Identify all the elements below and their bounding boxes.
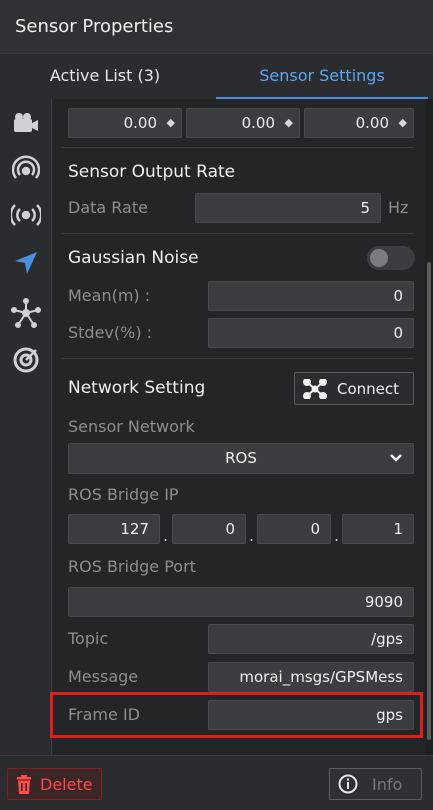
mean-input[interactable]: 0	[208, 281, 414, 311]
bridge-ip-octet-2[interactable]: 0	[172, 514, 246, 544]
data-rate-label: Data Rate	[68, 198, 148, 217]
connect-icon	[303, 378, 327, 399]
bridge-ip-octet-4[interactable]: 1	[342, 514, 414, 544]
sensor-network-value: ROS	[225, 449, 257, 467]
spinner-arrows-icon[interactable]: ◆	[399, 109, 407, 137]
output-rate-title: Sensor Output Rate	[68, 162, 236, 182]
window-titlebar: Sensor Properties	[0, 0, 433, 54]
sensor-network-label: Sensor Network	[68, 417, 195, 436]
bridge-ip-octet-3[interactable]: 0	[257, 514, 331, 544]
stdev-input[interactable]: 0	[208, 318, 414, 348]
mean-label: Mean(m) :	[68, 286, 151, 305]
position-x-spinner[interactable]: 0.00 ◆	[68, 108, 182, 138]
tab-bar: Active List (3) Sensor Settings	[0, 54, 433, 99]
topic-input[interactable]: /gps	[208, 624, 414, 654]
bridge-ip-octet-1[interactable]: 127	[68, 514, 160, 544]
tab-sensor-settings[interactable]: Sensor Settings	[216, 54, 428, 99]
message-input[interactable]: morai_msgs/GPSMess	[208, 662, 414, 692]
target-icon[interactable]	[8, 342, 44, 378]
ip-dot: .	[249, 526, 255, 545]
info-label: Info	[372, 774, 403, 794]
network-node-icon[interactable]	[8, 295, 44, 331]
info-button[interactable]: Info	[329, 768, 422, 800]
position-y-value: 0.00	[241, 114, 275, 132]
navigation-arrow-icon[interactable]	[8, 245, 44, 281]
connect-button[interactable]: Connect	[294, 372, 414, 405]
data-rate-input[interactable]: 5	[195, 193, 381, 223]
sensor-network-select[interactable]: ROS	[68, 443, 414, 474]
info-icon	[338, 774, 358, 794]
bridge-port-label: ROS Bridge Port	[68, 557, 196, 576]
section-divider	[62, 358, 414, 359]
chevron-down-icon	[389, 444, 403, 473]
delete-label: Delete	[40, 774, 93, 794]
topic-label: Topic	[68, 629, 109, 648]
network-setting-title: Network Setting	[68, 378, 206, 398]
broadcast-icon[interactable]	[8, 197, 44, 233]
connect-label: Connect	[337, 379, 400, 398]
delete-button[interactable]: Delete	[7, 768, 102, 800]
position-z-value: 0.00	[355, 114, 389, 132]
radar-icon[interactable]	[8, 151, 44, 187]
ip-dot: .	[334, 526, 340, 545]
scrollbar-thumb[interactable]	[427, 262, 431, 740]
trash-icon	[16, 774, 32, 794]
tab-active-list[interactable]: Active List (3)	[0, 54, 210, 99]
section-divider	[62, 147, 414, 148]
sensor-type-sidebar	[0, 99, 52, 755]
gaussian-noise-title: Gaussian Noise	[68, 248, 199, 268]
camera-icon[interactable]	[8, 105, 44, 141]
spinner-arrows-icon[interactable]: ◆	[167, 109, 175, 137]
bridge-ip-label: ROS Bridge IP	[68, 485, 179, 504]
gaussian-noise-toggle[interactable]	[367, 246, 415, 270]
message-label: Message	[68, 667, 139, 686]
position-y-spinner[interactable]: 0.00 ◆	[186, 108, 300, 138]
spinner-arrows-icon[interactable]: ◆	[285, 109, 293, 137]
position-x-value: 0.00	[123, 114, 157, 132]
section-divider	[62, 233, 414, 234]
data-rate-unit: Hz	[388, 198, 409, 217]
position-z-spinner[interactable]: 0.00 ◆	[304, 108, 414, 138]
window-title: Sensor Properties	[15, 16, 174, 37]
frame-id-highlight	[50, 692, 423, 738]
stdev-label: Stdev(%) :	[68, 323, 153, 342]
bridge-port-input[interactable]: 9090	[68, 587, 414, 617]
ip-dot: .	[163, 526, 169, 545]
toggle-knob	[370, 249, 388, 267]
